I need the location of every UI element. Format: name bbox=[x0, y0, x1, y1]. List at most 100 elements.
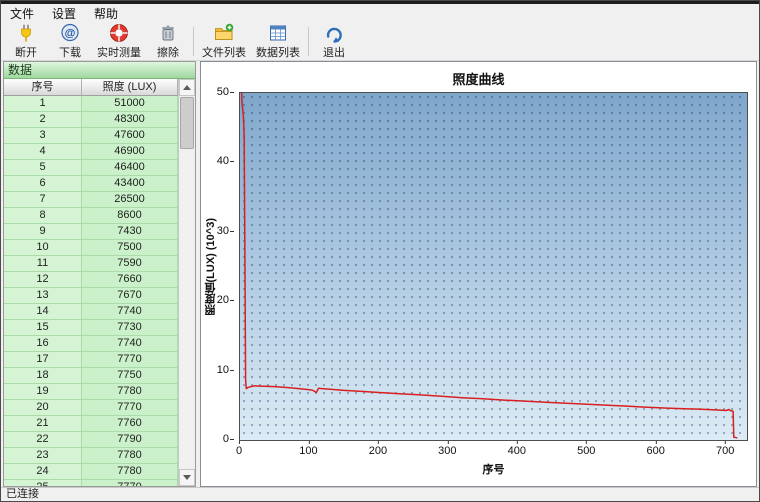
download-icon: @ bbox=[60, 23, 80, 43]
cell-index: 22 bbox=[4, 432, 82, 448]
data-list-icon bbox=[268, 23, 288, 43]
cell-lux: 7780 bbox=[82, 384, 178, 400]
table-row[interactable]: 9 7430 bbox=[4, 224, 178, 240]
data-list-button[interactable]: 数据列表 bbox=[251, 24, 305, 59]
cell-lux: 7790 bbox=[82, 432, 178, 448]
table-row[interactable]: 5 46400 bbox=[4, 160, 178, 176]
data-panel: 数据 序号 照度 (LUX) 1 51000 2 48300 3 47600 4 46900 5… bbox=[3, 61, 196, 487]
table-row[interactable]: 23 7780 bbox=[4, 448, 178, 464]
x-tick-label: 400 bbox=[507, 441, 526, 457]
menu-item[interactable]: 帮助 bbox=[85, 3, 127, 24]
cell-lux: 7670 bbox=[82, 288, 178, 304]
cell-lux: 26500 bbox=[82, 192, 178, 208]
table-row[interactable]: 10 7500 bbox=[4, 240, 178, 256]
chart-panel: 照度曲线 照度值(LUX) (10^3) 0 10 20 30 40 50 0 100 200… bbox=[200, 61, 757, 487]
cell-lux: 7770 bbox=[82, 400, 178, 416]
table-row[interactable]: 19 7780 bbox=[4, 384, 178, 400]
scrollbar-track[interactable] bbox=[179, 96, 195, 469]
table-row[interactable]: 6 43400 bbox=[4, 176, 178, 192]
cell-index: 17 bbox=[4, 352, 82, 368]
table-row[interactable]: 18 7750 bbox=[4, 368, 178, 384]
line-series bbox=[240, 93, 738, 439]
data-panel-title: 数据 bbox=[4, 62, 195, 79]
cell-index: 16 bbox=[4, 336, 82, 352]
erase-icon bbox=[158, 23, 178, 43]
cell-index: 18 bbox=[4, 368, 82, 384]
download-button[interactable]: @ 下载 bbox=[48, 23, 92, 59]
cell-index: 21 bbox=[4, 416, 82, 432]
x-tick-label: 700 bbox=[715, 441, 735, 457]
header-lux[interactable]: 照度 (LUX) bbox=[82, 79, 178, 96]
table-row[interactable]: 16 7740 bbox=[4, 336, 178, 352]
y-tick-label: 30 bbox=[216, 224, 235, 237]
data-list-label: 数据列表 bbox=[256, 47, 300, 59]
table-row[interactable]: 4 46900 bbox=[4, 144, 178, 160]
erase-button[interactable]: 擦除 bbox=[146, 24, 190, 59]
table-header-row: 序号 照度 (LUX) bbox=[4, 79, 178, 96]
cell-lux: 7760 bbox=[82, 416, 178, 432]
cell-lux: 7770 bbox=[82, 480, 178, 486]
cell-lux: 51000 bbox=[82, 96, 178, 112]
x-tick-label: 500 bbox=[577, 441, 596, 457]
cell-index: 5 bbox=[4, 160, 82, 176]
realtime-measure-button[interactable]: 实时测量 bbox=[92, 24, 146, 59]
realtime-measure-label: 实时测量 bbox=[97, 47, 141, 59]
menu-item[interactable]: 文件 bbox=[1, 3, 43, 24]
cell-index: 1 bbox=[4, 96, 82, 112]
table-row[interactable]: 20 7770 bbox=[4, 400, 178, 416]
plot-wrap: 0 10 20 30 40 50 0 100 200 300 400 500 600 700 序号 bbox=[217, 86, 748, 476]
x-tick-label: 0 bbox=[235, 441, 243, 457]
table-row[interactable]: 14 7740 bbox=[4, 304, 178, 320]
exit-label: 退出 bbox=[323, 47, 345, 59]
disconnect-button[interactable]: 断开 bbox=[4, 24, 48, 59]
scrollbar-thumb[interactable] bbox=[180, 97, 194, 149]
table-row[interactable]: 12 7660 bbox=[4, 272, 178, 288]
menu-bar: 文件 设置 帮助 bbox=[1, 4, 759, 23]
cell-lux: 7780 bbox=[82, 464, 178, 480]
exit-button[interactable]: 退出 bbox=[312, 24, 356, 59]
table-row[interactable]: 3 47600 bbox=[4, 128, 178, 144]
table-row[interactable]: 8 8600 bbox=[4, 208, 178, 224]
cell-index: 7 bbox=[4, 192, 82, 208]
table-row[interactable]: 257770 bbox=[4, 480, 178, 486]
x-axis-label: 序号 bbox=[482, 464, 505, 476]
cell-index: 4 bbox=[4, 144, 82, 160]
header-index[interactable]: 序号 bbox=[4, 79, 82, 96]
cell-lux: 7590 bbox=[82, 256, 178, 272]
cell-index: 12 bbox=[4, 272, 82, 288]
table-row[interactable]: 21 7760 bbox=[4, 416, 178, 432]
scroll-down-button[interactable] bbox=[179, 469, 195, 486]
cell-index: 2 bbox=[4, 112, 82, 128]
scroll-up-button[interactable] bbox=[179, 79, 195, 96]
cell-index: 23 bbox=[4, 448, 82, 464]
cell-index: 25 bbox=[4, 480, 82, 486]
table-row[interactable]: 24 7780 bbox=[4, 464, 178, 480]
cell-index: 10 bbox=[4, 240, 82, 256]
y-tick-label: 50 bbox=[216, 86, 235, 98]
toolbar-separator bbox=[193, 27, 194, 56]
file-list-button[interactable]: 文件列表 bbox=[197, 23, 251, 59]
cell-lux: 8600 bbox=[82, 208, 178, 224]
table-row[interactable]: 7 26500 bbox=[4, 192, 178, 208]
cell-lux: 43400 bbox=[82, 176, 178, 192]
menu-item[interactable]: 设置 bbox=[43, 3, 85, 24]
svg-text:@: @ bbox=[65, 27, 76, 39]
table-row[interactable]: 13 7670 bbox=[4, 288, 178, 304]
chart-title: 照度曲线 bbox=[452, 72, 505, 87]
cell-index: 3 bbox=[4, 128, 82, 144]
download-label: 下载 bbox=[59, 47, 81, 59]
table-row[interactable]: 2 48300 bbox=[4, 112, 178, 128]
table-row[interactable]: 17 7770 bbox=[4, 352, 178, 368]
cell-lux: 7740 bbox=[82, 336, 178, 352]
x-tick-label: 100 bbox=[299, 441, 318, 457]
table-row[interactable]: 22 7790 bbox=[4, 432, 178, 448]
table-row[interactable]: 15 7730 bbox=[4, 320, 178, 336]
table-row[interactable]: 1 51000 bbox=[4, 96, 178, 112]
table-row[interactable]: 11 7590 bbox=[4, 256, 178, 272]
vertical-scrollbar[interactable] bbox=[178, 79, 195, 486]
cell-index: 13 bbox=[4, 288, 82, 304]
cell-index: 24 bbox=[4, 464, 82, 480]
y-tick-label: 40 bbox=[216, 155, 235, 168]
y-tick-label: 20 bbox=[216, 294, 235, 307]
plot-area[interactable] bbox=[239, 92, 748, 441]
